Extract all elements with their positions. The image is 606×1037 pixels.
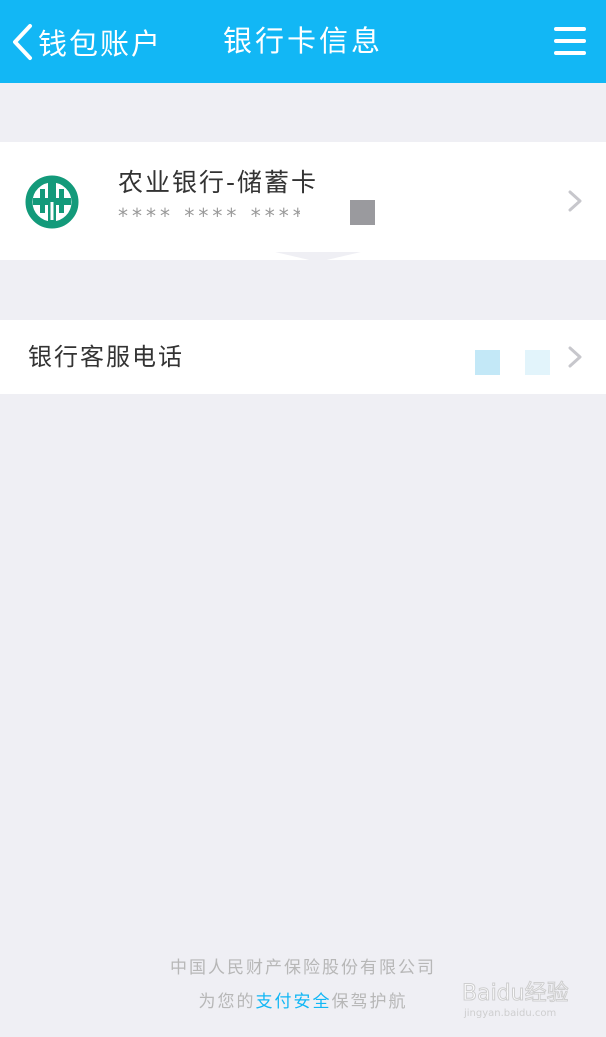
redaction-tile	[525, 350, 550, 375]
watermark-brand: Baidu经验	[462, 981, 569, 1006]
hamburger-menu-icon[interactable]	[554, 27, 586, 55]
service-phone-label: 银行客服电话	[28, 343, 184, 371]
navigation-bar: 钱包账户 银行卡信息	[0, 0, 606, 83]
chevron-right-icon	[568, 346, 582, 368]
card-name: 农业银行-储蓄卡	[118, 168, 319, 197]
redaction-block	[350, 200, 375, 225]
baidu-jingyan-watermark: Baidu经验 jingyan.baidu.com	[462, 981, 569, 1020]
redaction-tile	[475, 350, 500, 375]
chevron-right-icon	[568, 190, 582, 212]
back-button[interactable]: 钱包账户	[10, 0, 162, 83]
row-pointer-notch	[275, 252, 361, 262]
card-number: **** **** ****	[118, 204, 300, 228]
back-label: 钱包账户	[38, 26, 163, 61]
slogan-suffix: 保驾护航	[331, 992, 408, 1012]
back-chevron-icon	[13, 23, 32, 60]
slogan-highlight: 支付安全	[255, 992, 332, 1012]
watermark-url: jingyan.baidu.com	[463, 1008, 556, 1019]
bank-service-phone-row[interactable]: 银行客服电话	[0, 320, 606, 394]
bank-card-row[interactable]	[0, 142, 606, 260]
slogan-prefix: 为您的	[198, 992, 256, 1012]
agricultural-bank-logo	[25, 175, 79, 229]
